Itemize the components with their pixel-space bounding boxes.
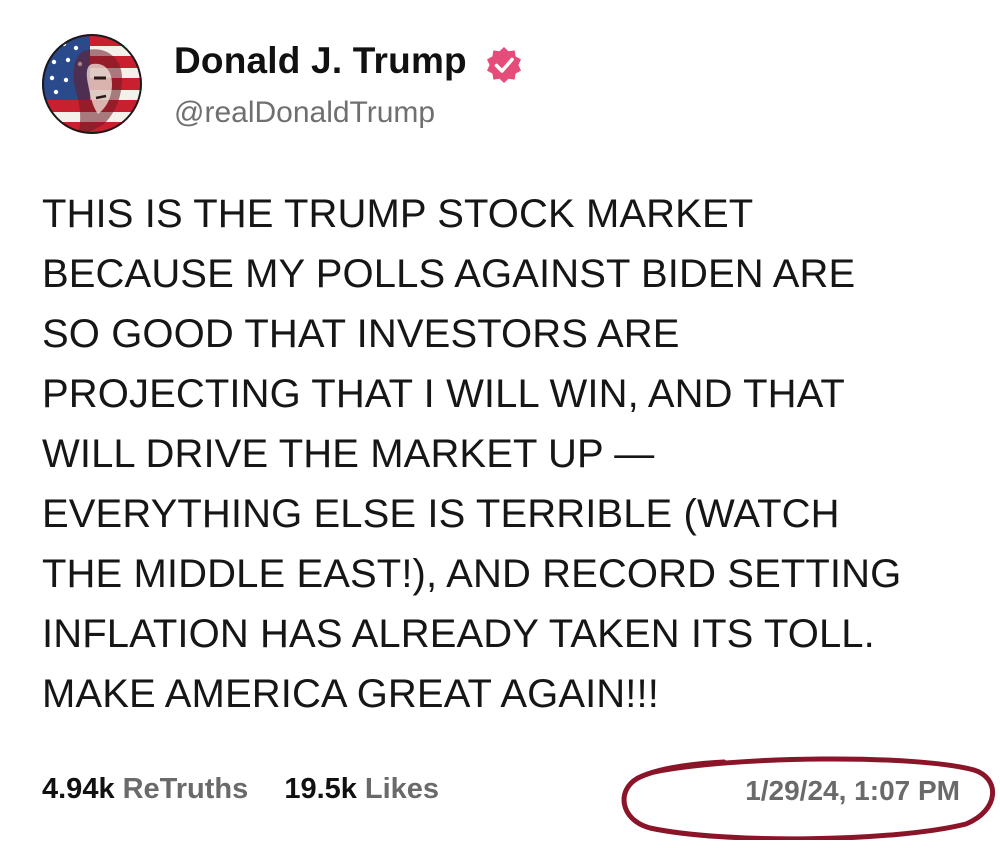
display-name[interactable]: Donald J. Trump <box>174 40 467 82</box>
retruths-stat[interactable]: 4.94k ReTruths <box>42 773 248 806</box>
post-body-line: SO GOOD THAT INVESTORS ARE <box>42 312 680 356</box>
post-body: THIS IS THE TRUMP STOCK MARKET BECAUSE M… <box>42 184 982 724</box>
post-body-line: THE MIDDLE EAST!), AND RECORD SETTING <box>42 552 902 596</box>
avatar-image <box>42 34 142 134</box>
post-body-line: WILL DRIVE THE MARKET UP — <box>42 432 655 476</box>
likes-label: Likes <box>364 773 440 805</box>
retruths-count: 4.94k <box>42 773 115 805</box>
post-body-line: THIS IS THE TRUMP STOCK MARKET <box>42 192 754 236</box>
avatar[interactable] <box>42 34 142 134</box>
likes-stat[interactable]: 19.5k Likes <box>284 773 439 806</box>
post-body-line: MAKE AMERICA GREAT AGAIN!!! <box>42 672 659 716</box>
post-body-line: BECAUSE MY POLLS AGAINST BIDEN ARE <box>42 252 856 296</box>
post-stats: 4.94k ReTruths 19.5k Likes <box>42 773 467 806</box>
post-card: Donald J. Trump @realDonaldTrump THIS IS… <box>0 0 1000 848</box>
post-body-line: EVERYTHING ELSE IS TERRIBLE (WATCH <box>42 492 840 536</box>
likes-count: 19.5k <box>284 773 357 805</box>
verified-badge-icon <box>484 45 524 85</box>
post-timestamp[interactable]: 1/29/24, 1:07 PM <box>745 775 960 807</box>
post-body-line: PROJECTING THAT I WILL WIN, AND THAT <box>42 372 845 416</box>
retruths-label: ReTruths <box>122 773 249 805</box>
user-handle[interactable]: @realDonaldTrump <box>174 96 435 130</box>
post-body-line: INFLATION HAS ALREADY TAKEN ITS TOLL. <box>42 612 875 656</box>
